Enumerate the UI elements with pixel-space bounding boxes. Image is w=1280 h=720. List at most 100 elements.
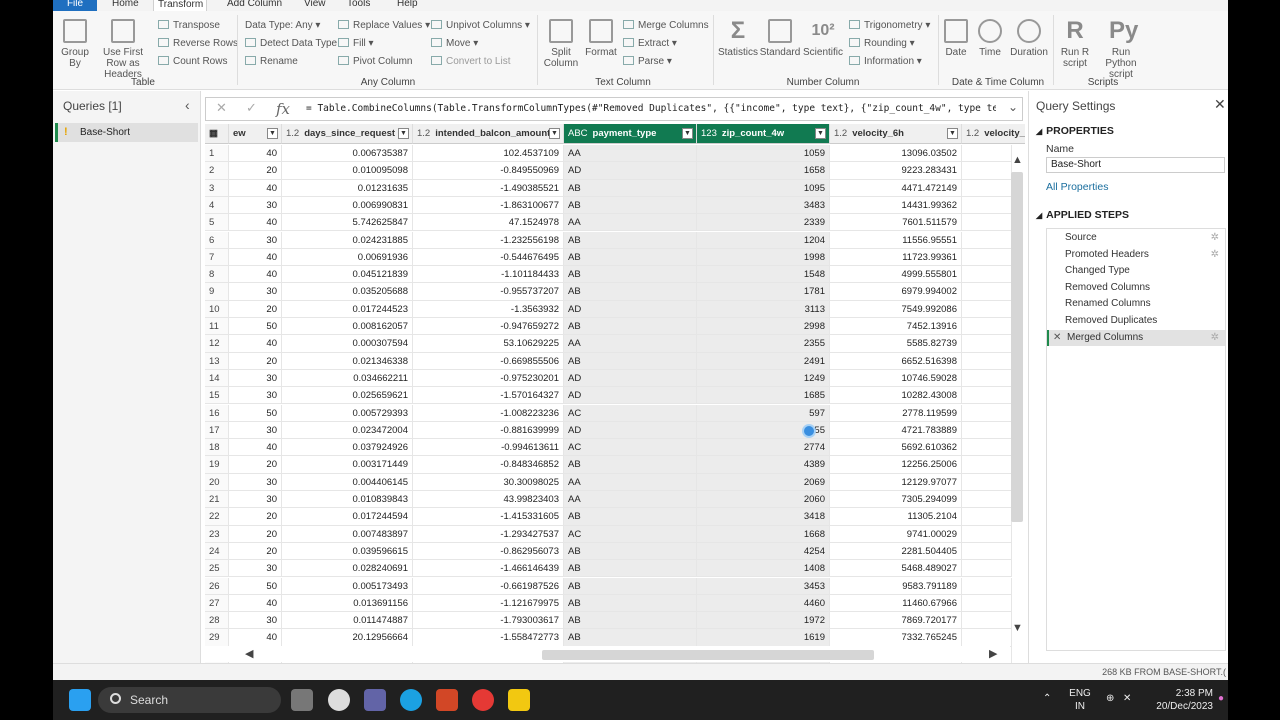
table-cell[interactable]: AD: [564, 369, 697, 388]
table-cell[interactable]: 30: [229, 283, 282, 301]
table-cell[interactable]: -1.121679975: [413, 594, 564, 613]
column-header-payment-type[interactable]: ABC payment_type ▼: [564, 124, 697, 144]
table-cell[interactable]: [962, 179, 1012, 197]
format-button[interactable]: Format: [583, 19, 619, 58]
table-cell[interactable]: AB: [564, 231, 697, 249]
table-cell[interactable]: AB: [564, 318, 697, 336]
clock[interactable]: 2:38 PM 20/Dec/2023: [1149, 687, 1213, 713]
table-cell[interactable]: 6652.516398: [830, 352, 962, 370]
table-cell[interactable]: 14431.99362: [830, 196, 962, 215]
table-cell[interactable]: [962, 318, 1012, 336]
table-row[interactable]: 7 40 0.00691936 -0.544676495 AB 1998 11723.993…: [205, 248, 1025, 267]
table-cell[interactable]: 50: [229, 318, 282, 336]
table-row[interactable]: 9 30 0.035205688 -0.955737207 AB 1781 6979.994…: [205, 283, 1025, 301]
rename-button[interactable]: Rename: [245, 55, 298, 69]
table-cell[interactable]: -1.008223236: [413, 404, 564, 422]
data-type-icon[interactable]: 1.2: [834, 128, 847, 139]
table-cell[interactable]: 30: [229, 473, 282, 491]
table-cell[interactable]: 0.037924926: [282, 439, 413, 457]
collapse-pane-icon[interactable]: ‹: [185, 97, 190, 113]
filter-dropdown-icon[interactable]: ▼: [549, 128, 560, 139]
merge-columns-button[interactable]: Merge Columns: [623, 19, 709, 33]
table-cell[interactable]: AD: [564, 421, 697, 440]
table-cell[interactable]: AD: [564, 162, 697, 180]
table-cell[interactable]: -1.232556198: [413, 231, 564, 249]
replace-values-button[interactable]: Replace Values ▾: [338, 19, 430, 33]
table-row[interactable]: 6 30 0.024231885 -1.232556198 AB 1204 11556.95…: [205, 231, 1025, 249]
standard-button[interactable]: Standard: [759, 19, 801, 58]
table-cell[interactable]: -0.848346852: [413, 456, 564, 474]
table-cell[interactable]: 11460.67966: [830, 594, 962, 613]
table-row[interactable]: 22 20 0.017244594 -1.415331605 AB 3418 11305.2…: [205, 508, 1025, 526]
taskbar-search[interactable]: Search: [98, 687, 281, 713]
edge-icon[interactable]: [400, 689, 422, 711]
group-by-button[interactable]: Group By: [57, 19, 93, 69]
unpivot-columns-button[interactable]: Unpivot Columns ▾: [431, 19, 530, 33]
split-column-button[interactable]: Split Column: [543, 19, 579, 69]
date-button[interactable]: Date: [941, 19, 971, 58]
table-cell[interactable]: [962, 473, 1012, 491]
count-rows-button[interactable]: Count Rows: [158, 55, 227, 69]
tab-transform[interactable]: Transform: [153, 0, 207, 11]
chrome-icon[interactable]: [472, 689, 494, 711]
table-cell[interactable]: [962, 612, 1012, 630]
table-cell[interactable]: 20.12956664: [282, 629, 413, 647]
table-cell[interactable]: 6979.994002: [830, 283, 962, 301]
table-cell[interactable]: 2060: [697, 491, 830, 509]
applied-step[interactable]: Removed Duplicates: [1047, 313, 1225, 330]
fill-button[interactable]: Fill ▾: [338, 37, 374, 51]
table-cell[interactable]: AB: [564, 542, 697, 561]
scroll-right-icon[interactable]: ▶: [989, 647, 997, 660]
table-cell[interactable]: 3113: [697, 300, 830, 318]
table-cell[interactable]: [962, 525, 1012, 543]
table-cell[interactable]: 1059: [697, 145, 830, 163]
table-cell[interactable]: 30: [229, 196, 282, 215]
time-button[interactable]: Time: [975, 19, 1005, 58]
table-cell[interactable]: 9223.283431: [830, 162, 962, 180]
speaker-muted-icon[interactable]: ✕: [1123, 692, 1131, 705]
table-cell[interactable]: 5.742625847: [282, 214, 413, 232]
table-cell[interactable]: 0.003171449: [282, 456, 413, 474]
table-cell[interactable]: 1998: [697, 248, 830, 267]
table-row[interactable]: 24 20 0.039596615 -0.862956073 AB 4254 2281.50…: [205, 542, 1025, 561]
table-cell[interactable]: 11723.99361: [830, 248, 962, 267]
table-cell[interactable]: 20: [229, 162, 282, 180]
confirm-icon[interactable]: ✓: [246, 100, 257, 116]
table-row[interactable]: 12 40 0.000307594 53.10629225 AA 2355 5585.827…: [205, 335, 1025, 353]
data-type-icon[interactable]: ABC: [568, 128, 588, 139]
chevron-up-icon[interactable]: ⌃: [1043, 692, 1051, 705]
table-cell[interactable]: 1668: [697, 525, 830, 543]
notification-icon[interactable]: ●: [1218, 692, 1224, 705]
table-cell[interactable]: 0.028240691: [282, 560, 413, 578]
table-cell[interactable]: 9583.791189: [830, 577, 962, 595]
table-cell[interactable]: -0.955737207: [413, 283, 564, 301]
table-cell[interactable]: AB: [564, 352, 697, 370]
detect-type-button[interactable]: Detect Data Type: [245, 37, 337, 51]
table-cell[interactable]: 0.024231885: [282, 231, 413, 249]
table-row[interactable]: 5 40 5.742625847 47.1524978 AA 2339 7601.51157…: [205, 214, 1025, 232]
table-cell[interactable]: 0.00691936: [282, 248, 413, 267]
table-cell[interactable]: 0.017244594: [282, 508, 413, 526]
run-python-script-button[interactable]: Py Run Python script: [1095, 19, 1147, 81]
filter-dropdown-icon[interactable]: ▼: [815, 128, 826, 139]
applied-step[interactable]: Promoted Headers ✲: [1047, 247, 1225, 264]
table-cell[interactable]: AB: [564, 629, 697, 647]
column-header-ew[interactable]: ew ▼: [229, 124, 282, 144]
table-cell[interactable]: 2778.119599: [830, 404, 962, 422]
data-type-dropdown[interactable]: Data Type: Any ▾: [245, 19, 320, 33]
table-cell[interactable]: AA: [564, 214, 697, 232]
table-cell[interactable]: [962, 594, 1012, 613]
rounding-button[interactable]: Rounding ▾: [849, 37, 915, 51]
table-row[interactable]: 10 20 0.017244523 -1.3563932 AD 3113 7549.9920…: [205, 300, 1025, 318]
table-cell[interactable]: 0.005173493: [282, 577, 413, 595]
table-cell[interactable]: AB: [564, 283, 697, 301]
table-cell[interactable]: 47.1524978: [413, 214, 564, 232]
table-cell[interactable]: 5585.82739: [830, 335, 962, 353]
table-cell[interactable]: [962, 300, 1012, 318]
table-cell[interactable]: 0.006990831: [282, 196, 413, 215]
table-row[interactable]: 15 30 0.025659621 -1.570164327 AD 1685 10282.4…: [205, 387, 1025, 405]
table-cell[interactable]: 1685: [697, 387, 830, 405]
table-row[interactable]: 4 30 0.006990831 -1.863100677 AB 3483 14431.99…: [205, 196, 1025, 215]
table-cell[interactable]: [962, 214, 1012, 232]
table-cell[interactable]: [962, 456, 1012, 474]
